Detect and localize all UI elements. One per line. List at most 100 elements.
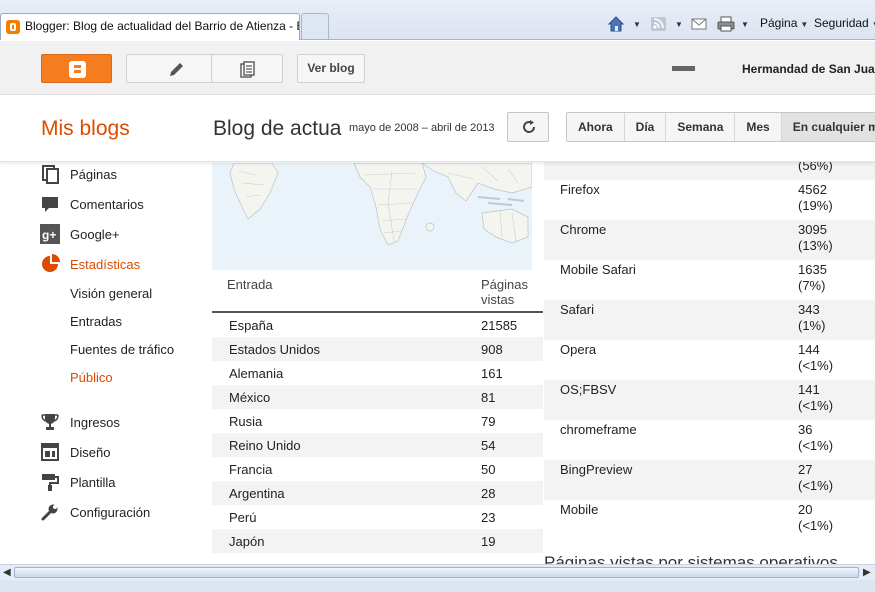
table-row: Estados Unidos 908 bbox=[212, 337, 543, 361]
blog-title: Blog de actua bbox=[213, 117, 342, 140]
home-dropdown[interactable]: ▼ bbox=[630, 16, 641, 34]
page-menu[interactable]: Página ▼ bbox=[760, 16, 808, 34]
country-views: 79 bbox=[481, 413, 496, 429]
table-row: España 21585 bbox=[212, 313, 543, 337]
browser-views: 3095 (13%) bbox=[798, 220, 833, 260]
google-plus-icon: g+ bbox=[40, 224, 60, 244]
browser-name: Mobile Safari bbox=[560, 262, 636, 277]
layout-icon bbox=[41, 443, 59, 461]
browser-name: chromeframe bbox=[560, 422, 637, 437]
country-views: 23 bbox=[481, 509, 496, 525]
country-column-header[interactable]: Entrada bbox=[227, 277, 273, 292]
print-dropdown[interactable]: ▼ bbox=[738, 16, 749, 34]
browser-count: 3095 bbox=[798, 222, 827, 237]
browser-count: 27 bbox=[798, 462, 813, 477]
browser-percent: (<1%) bbox=[798, 518, 834, 533]
world-map[interactable] bbox=[212, 163, 532, 270]
scrollbar-thumb[interactable] bbox=[14, 567, 859, 578]
page-menu-label: Página bbox=[760, 16, 798, 30]
sidebar-sub-posts[interactable]: Entradas bbox=[70, 314, 122, 329]
table-row: Rusia 79 bbox=[212, 409, 543, 433]
browser-percent: (<1%) bbox=[798, 358, 834, 373]
account-settings-icon[interactable] bbox=[672, 66, 695, 71]
browser-count: 4562 bbox=[798, 182, 827, 197]
horizontal-scrollbar[interactable]: ◀ ▶ bbox=[0, 564, 875, 580]
sidebar-item-template[interactable]: Plantilla bbox=[40, 471, 116, 493]
browser-count: 36 bbox=[798, 422, 813, 437]
browser-count: 141 bbox=[798, 382, 820, 397]
scroll-left-icon[interactable]: ◀ bbox=[3, 567, 11, 578]
documents-icon bbox=[240, 61, 255, 78]
sidebar-item-settings[interactable]: Configuración bbox=[40, 501, 150, 523]
sidebar-item-label: Configuración bbox=[70, 504, 151, 520]
country-views: 50 bbox=[481, 461, 496, 477]
refresh-button[interactable] bbox=[507, 112, 549, 142]
range-now-button[interactable]: Ahora bbox=[567, 113, 625, 141]
view-blog-button[interactable]: Ver blog bbox=[297, 54, 365, 83]
country-name: Francia bbox=[229, 461, 273, 477]
posts-list-button[interactable] bbox=[211, 54, 283, 83]
country-name: Japón bbox=[229, 533, 265, 549]
range-week-button[interactable]: Semana bbox=[666, 113, 736, 141]
rss-dropdown[interactable]: ▼ bbox=[672, 16, 683, 34]
browser-name: Chrome bbox=[560, 222, 607, 237]
stats-icon bbox=[42, 254, 60, 272]
browser-views: 343 (1%) bbox=[798, 300, 825, 340]
time-range-selector: Ahora Día Semana Mes En cualquier mom bbox=[566, 112, 875, 142]
user-name[interactable]: Hermandad de San Juan bbox=[742, 62, 875, 76]
country-views: 28 bbox=[481, 485, 496, 501]
sidebar-item-comments[interactable]: Comentarios bbox=[40, 193, 144, 215]
rss-icon[interactable] bbox=[650, 15, 668, 33]
browser-percent: (13%) bbox=[798, 238, 833, 253]
blogger-logo-button[interactable] bbox=[41, 54, 112, 83]
pages-icon bbox=[42, 165, 59, 184]
table-row: OS;FBSV 141 (<1%) bbox=[544, 380, 875, 420]
new-tab-button[interactable] bbox=[301, 13, 329, 39]
sidebar-item-earnings[interactable]: Ingresos bbox=[40, 411, 120, 433]
country-name: Alemania bbox=[229, 365, 284, 381]
sidebar-item-google-plus[interactable]: g+ Google+ bbox=[40, 223, 120, 245]
sidebar-sub-overview[interactable]: Visión general bbox=[70, 286, 152, 301]
country-name: Perú bbox=[229, 509, 257, 525]
trophy-icon bbox=[41, 414, 59, 430]
country-name: Reino Unido bbox=[229, 437, 301, 453]
sidebar-item-label: Google+ bbox=[70, 226, 120, 242]
sidebar-item-label: Ingresos bbox=[70, 414, 120, 430]
table-row: Opera 144 (<1%) bbox=[544, 340, 875, 380]
browser-percent: (7%) bbox=[798, 278, 826, 293]
browser-name: BingPreview bbox=[560, 462, 633, 477]
print-icon[interactable] bbox=[717, 15, 735, 33]
views-column-header[interactable]: Páginas vistas bbox=[481, 277, 528, 307]
browsers-table: Internet Explorer13293(56%) Firefox4562(… bbox=[544, 150, 875, 540]
sidebar-item-layout[interactable]: Diseño bbox=[40, 441, 110, 463]
scroll-right-icon[interactable]: ▶ bbox=[863, 567, 871, 578]
range-all-time-button[interactable]: En cualquier mom bbox=[781, 113, 875, 141]
pencil-icon bbox=[170, 63, 183, 76]
browser-name: Firefox bbox=[560, 182, 600, 197]
sidebar-item-stats[interactable]: Estadísticas bbox=[40, 253, 140, 275]
browsers-table-viewport: Internet Explorer13293(56%) Firefox4562(… bbox=[544, 150, 875, 550]
home-icon[interactable] bbox=[607, 15, 625, 33]
browser-views: 4562 (19%) bbox=[798, 180, 833, 220]
country-views: 54 bbox=[481, 437, 496, 453]
range-month-button[interactable]: Mes bbox=[735, 113, 782, 141]
template-icon bbox=[42, 474, 59, 491]
wrench-icon bbox=[41, 504, 58, 521]
safety-menu[interactable]: Seguridad▼ bbox=[814, 16, 875, 34]
table-row: México 81 bbox=[212, 385, 543, 409]
my-blogs-link[interactable]: Mis blogs bbox=[41, 117, 130, 141]
mail-icon[interactable] bbox=[690, 15, 708, 33]
blogger-logo-icon bbox=[69, 61, 86, 78]
browser-count: 144 bbox=[798, 342, 820, 357]
sidebar-sub-traffic-sources[interactable]: Fuentes de tráfico bbox=[70, 342, 174, 357]
status-bar bbox=[0, 580, 875, 592]
countries-table: España 21585 Estados Unidos 908 Alemania 16… bbox=[212, 313, 543, 553]
browser-views: 1635 (7%) bbox=[798, 260, 827, 300]
browser-tab[interactable]: Blogger: Blog de actualidad del Barrio d… bbox=[0, 13, 300, 40]
sidebar-sub-audience[interactable]: Público bbox=[70, 370, 113, 385]
range-day-button[interactable]: Día bbox=[625, 113, 667, 141]
sidebar-item-pages[interactable]: Páginas bbox=[40, 163, 117, 185]
country-views: 19 bbox=[481, 533, 496, 549]
sidebar-item-label: Páginas bbox=[70, 166, 117, 182]
views-header-line1: Páginas bbox=[481, 277, 528, 292]
